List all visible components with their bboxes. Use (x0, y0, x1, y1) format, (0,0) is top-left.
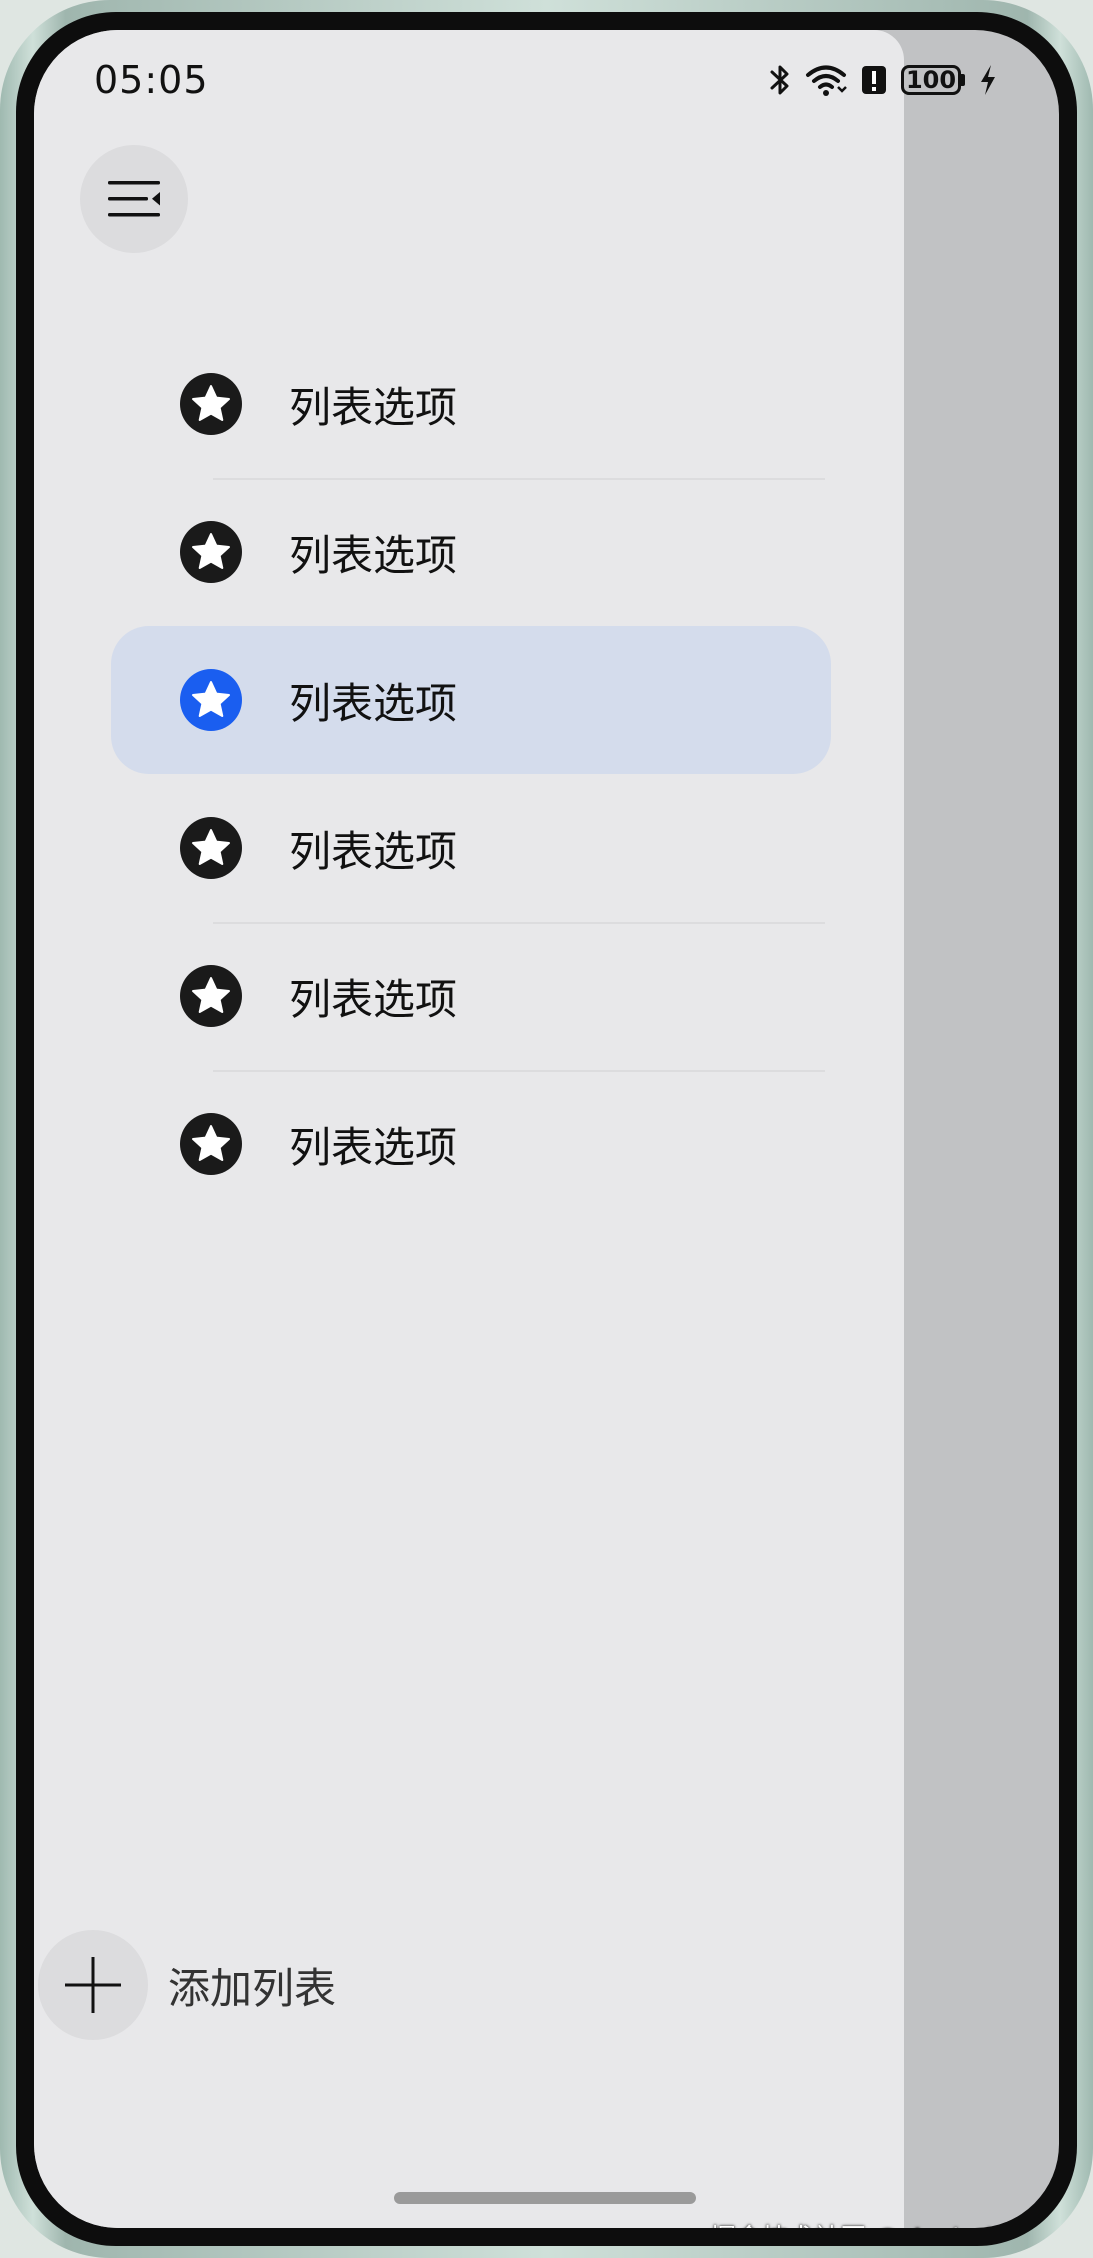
charging-bolt-icon (981, 65, 995, 95)
status-icons: 100 (769, 60, 997, 100)
add-list-button[interactable] (38, 1930, 148, 2040)
drawer-list-item-label: 列表选项 (289, 1122, 458, 1172)
alert-icon (862, 66, 886, 94)
drawer-list-item-label: 列表选项 (289, 974, 458, 1024)
drawer-list-item-label: 列表选项 (289, 678, 458, 728)
menu-collapse-button[interactable] (80, 145, 188, 253)
status-time: 05:05 (94, 58, 209, 102)
drawer-list-item[interactable]: 列表选项 (111, 922, 831, 1070)
drawer-list-item-label: 列表选项 (289, 382, 458, 432)
star-icon (180, 373, 242, 435)
menu-collapse-icon (108, 181, 160, 217)
drawer-list-item[interactable]: 列表选项 (111, 478, 831, 626)
home-indicator[interactable] (394, 2192, 696, 2204)
star-icon (180, 817, 242, 879)
drawer-list-item[interactable]: 列表选项 (111, 626, 831, 774)
star-icon (180, 965, 242, 1027)
battery-icon: 100 (901, 65, 965, 95)
battery-level: 100 (901, 65, 961, 95)
add-list-row[interactable]: 添加列表 (34, 1930, 534, 2040)
star-icon (180, 1113, 242, 1175)
navigation-drawer: 05:05 100 列表选项 列表选项 列表选项 列表选项 列表选项 列表选项 … (34, 30, 995, 2228)
drawer-list-item[interactable]: 列表选项 (111, 774, 831, 922)
drawer-list-item[interactable]: 列表选项 (111, 330, 831, 478)
bluetooth-icon (770, 65, 789, 95)
star-icon (180, 521, 242, 583)
drawer-list-item-label: 列表选项 (289, 530, 458, 580)
watermark: 掘金技术社区 @ Android疑难杂症 (710, 2218, 1059, 2228)
drawer-list-item-label: 列表选项 (289, 826, 458, 876)
drawer-list-item[interactable]: 列表选项 (111, 1070, 831, 1218)
wifi-icon (806, 65, 847, 96)
plus-icon (65, 1957, 121, 2013)
add-list-label: 添加列表 (168, 1963, 337, 2013)
screen: 05:05 100 列表选项 列表选项 列表选项 列表选项 列表选项 列表选项 … (34, 30, 1059, 2228)
star-icon (180, 669, 242, 731)
